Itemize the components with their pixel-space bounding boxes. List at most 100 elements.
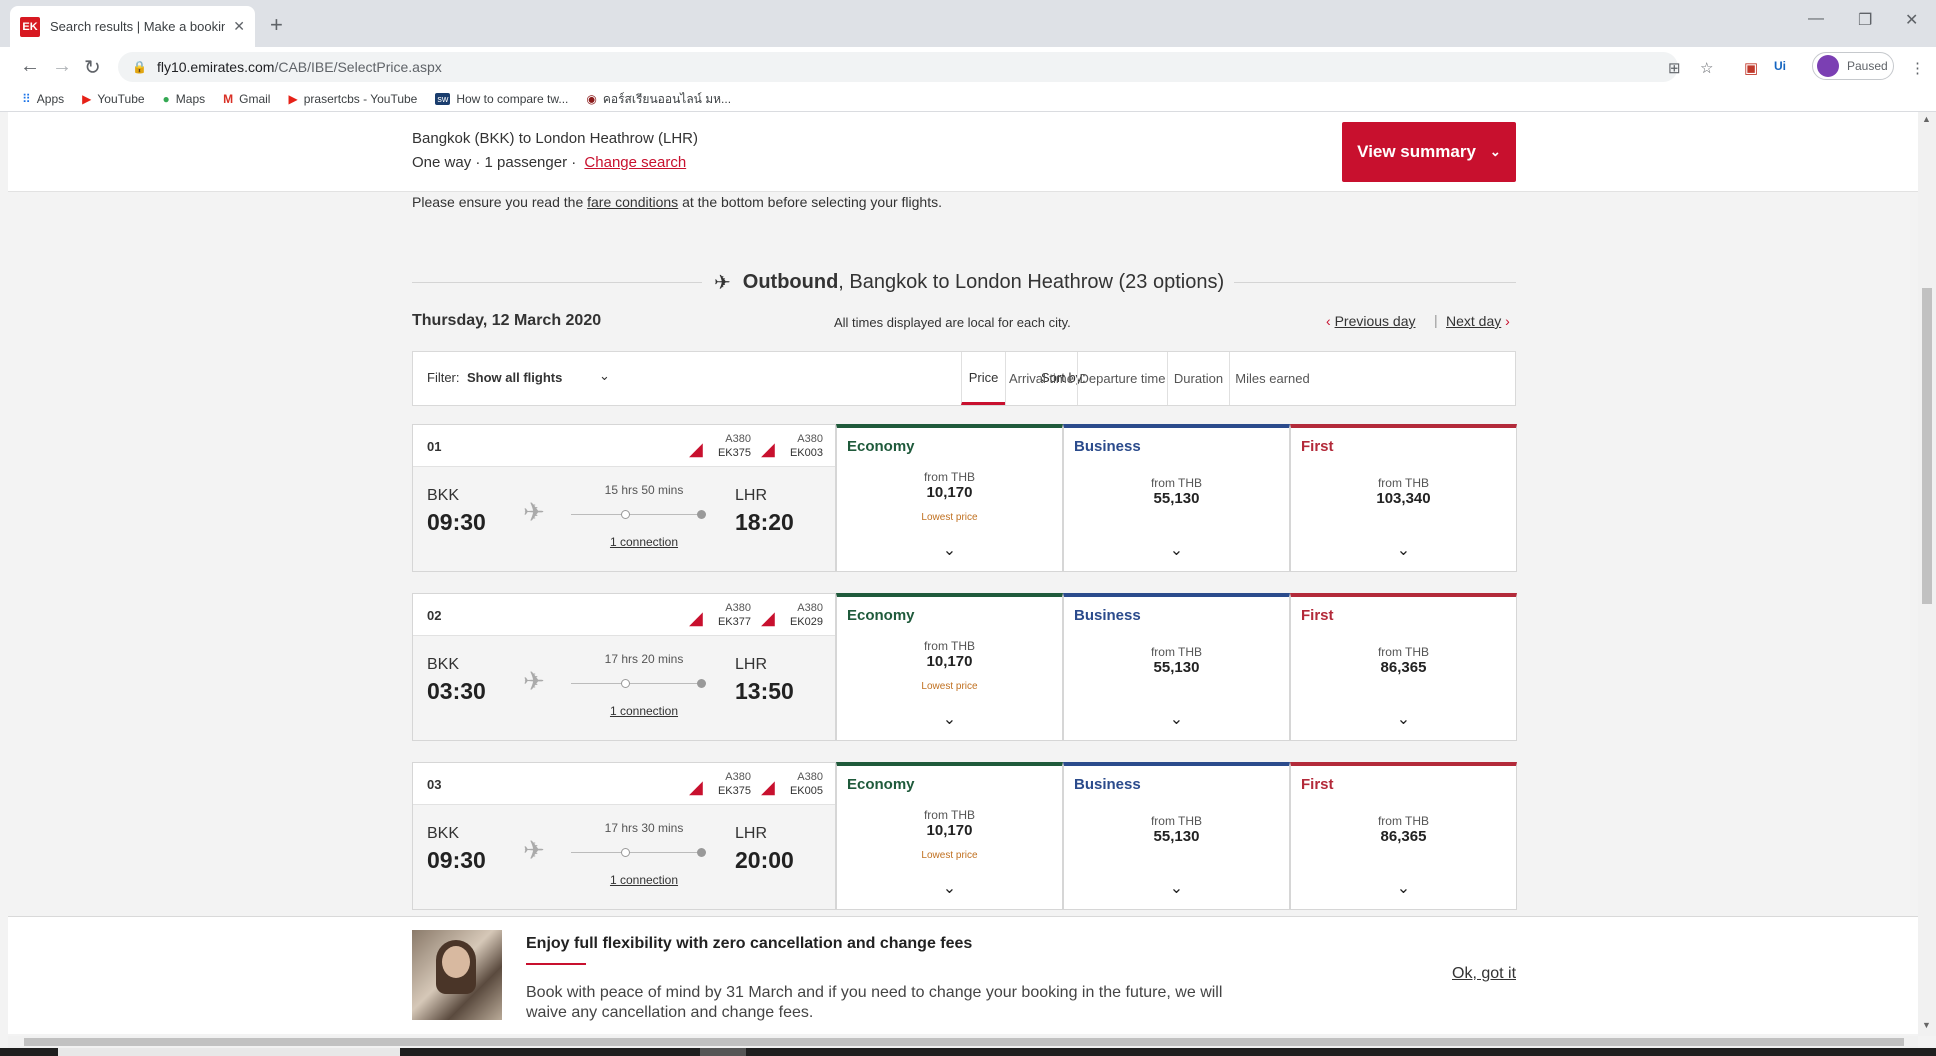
connection-link[interactable]: 1 connection xyxy=(579,873,709,887)
apps-grid-icon: ⠿ xyxy=(22,92,31,106)
browser-tab[interactable]: EK Search results | Make a booking ✕ xyxy=(10,6,255,47)
vertical-scrollbar[interactable]: ▲ ▼ xyxy=(1918,112,1936,1036)
sort-tab-duration[interactable]: Duration xyxy=(1167,352,1229,405)
filter-sort-bar: Filter: Show all flights ⌄ Sort by: Pric… xyxy=(412,351,1516,406)
flight-details[interactable]: 02 ◢ A380 EK377 ◢ A380 EK029 BKK 03:30 ✈ 17 … xyxy=(412,593,836,741)
scrollbar-thumb[interactable] xyxy=(24,1038,1904,1046)
close-window-icon[interactable]: ✕ xyxy=(1905,10,1918,30)
horizontal-scrollbar[interactable] xyxy=(8,1036,1918,1048)
departure-time: 09:30 xyxy=(427,847,486,873)
bookmark-star-icon[interactable]: ☆ xyxy=(1700,59,1713,77)
flight-duration: 17 hrs 30 mins xyxy=(604,821,684,835)
promo-accent-rule xyxy=(526,963,586,965)
view-summary-button[interactable]: View summary ⌄ xyxy=(1342,122,1516,182)
bookmark-gmail[interactable]: M Gmail xyxy=(223,92,270,106)
fare-business[interactable]: Business from THB 55,130 ⌄ xyxy=(1063,593,1290,741)
restore-icon[interactable]: ❐ xyxy=(1858,10,1872,30)
plane-icon: ✈ xyxy=(523,497,545,527)
close-tab-icon[interactable]: ✕ xyxy=(233,18,245,35)
search-summary-bar: Bangkok (BKK) to London Heathrow (LHR) O… xyxy=(8,112,1918,192)
chevron-down-icon[interactable]: ⌄ xyxy=(837,540,1062,560)
lowest-price-badge: Lowest price xyxy=(921,681,978,692)
lock-icon: 🔒 xyxy=(132,60,147,74)
bookmark-maps[interactable]: ● Maps xyxy=(163,92,206,106)
address-bar[interactable]: 🔒 fly10.emirates.com/CAB/IBE/SelectPrice… xyxy=(118,52,1678,82)
bookmark-youtube[interactable]: ▶ YouTube xyxy=(82,92,144,106)
fare-first[interactable]: First from THB 103,340 ⌄ xyxy=(1290,424,1517,572)
new-tab-icon[interactable]: + xyxy=(270,12,283,38)
chevron-down-icon[interactable]: ⌄ xyxy=(1064,709,1289,729)
connection-link[interactable]: 1 connection xyxy=(579,704,709,718)
change-search-link[interactable]: Change search xyxy=(584,154,686,171)
scroll-up-icon[interactable]: ▲ xyxy=(1922,114,1931,124)
next-day-link[interactable]: Next day › xyxy=(1446,313,1510,329)
fare-first[interactable]: First from THB 86,365 ⌄ xyxy=(1290,762,1517,910)
fare-price: 86,365 xyxy=(1380,828,1427,845)
previous-day-link[interactable]: ‹ Previous day xyxy=(1326,313,1416,329)
booking-page: Bangkok (BKK) to London Heathrow (LHR) O… xyxy=(8,112,1918,1036)
forward-icon[interactable]: → xyxy=(52,55,72,78)
profile-button[interactable]: Paused xyxy=(1812,52,1894,80)
chevron-down-icon[interactable]: ⌄ xyxy=(1291,540,1516,560)
taskbar-item[interactable] xyxy=(58,1048,400,1056)
fare-economy[interactable]: Economy from THB 10,170 Lowest price ⌄ xyxy=(836,424,1063,572)
fare-first[interactable]: First from THB 86,365 ⌄ xyxy=(1290,593,1517,741)
fare-class-label: First xyxy=(1301,776,1334,793)
promo-banner: Enjoy full flexibility with zero cancell… xyxy=(8,916,1918,1034)
next-day-label: Next day xyxy=(1446,313,1502,329)
ok-got-it-link[interactable]: Ok, got it xyxy=(1452,965,1516,983)
fare-economy[interactable]: Economy from THB 10,170 Lowest price ⌄ xyxy=(836,762,1063,910)
sort-tab-arrival-time[interactable]: Arrival time xyxy=(1005,352,1077,405)
departure-time: 03:30 xyxy=(427,678,486,704)
arrival-time: 13:50 xyxy=(735,678,794,704)
flight-details[interactable]: 03 ◢ A380 EK375 ◢ A380 EK005 BKK 09:30 ✈ 17 … xyxy=(412,762,836,910)
departure-airport: BKK xyxy=(427,656,460,673)
fare-price: 55,130 xyxy=(1153,659,1200,676)
bookmark-compare[interactable]: sw How to compare tw... xyxy=(435,92,568,106)
fare-conditions-link[interactable]: fare conditions xyxy=(587,194,678,210)
scrollbar-thumb[interactable] xyxy=(1922,288,1932,604)
fare-economy[interactable]: Economy from THB 10,170 Lowest price ⌄ xyxy=(836,593,1063,741)
chevron-down-icon[interactable]: ⌄ xyxy=(599,368,610,384)
chevron-down-icon[interactable]: ⌄ xyxy=(1064,878,1289,898)
profile-status: Paused xyxy=(1847,59,1888,73)
outbound-heading: ✈ Outbound, Bangkok to London Heathrow (… xyxy=(714,270,1224,295)
uipath-extension-icon[interactable]: Ui xyxy=(1774,59,1786,73)
url-host: fly10.emirates.com xyxy=(156,59,275,75)
stop-dot xyxy=(621,848,630,857)
fare-business[interactable]: Business from THB 55,130 ⌄ xyxy=(1063,424,1290,572)
filter-dropdown[interactable]: Show all flights xyxy=(467,370,562,385)
menu-kebab-icon[interactable]: ⋮ xyxy=(1910,59,1925,77)
minimize-icon[interactable]: — xyxy=(1808,10,1824,28)
url-text: fly10.emirates.com/CAB/IBE/SelectPrice.a… xyxy=(157,59,442,75)
bookmark-mooc[interactable]: ◉ คอร์สเรียนออนไลน์ มห... xyxy=(586,90,731,109)
connection-link[interactable]: 1 connection xyxy=(579,535,709,549)
chevron-down-icon[interactable]: ⌄ xyxy=(837,878,1062,898)
translate-icon[interactable]: ⊞ xyxy=(1668,59,1681,77)
taskbar-item[interactable] xyxy=(700,1048,746,1056)
fare-price: 10,170 xyxy=(926,822,973,839)
scroll-down-icon[interactable]: ▼ xyxy=(1922,1020,1931,1030)
flight-code: EK029 xyxy=(789,616,823,628)
fare-from-label: from THB xyxy=(1150,476,1203,490)
bookmark-apps[interactable]: ⠿ Apps xyxy=(22,92,64,106)
reload-icon[interactable]: ↻ xyxy=(84,55,101,80)
pdf-extension-icon[interactable]: ▣ xyxy=(1744,59,1758,77)
sort-tab-price[interactable]: Price xyxy=(961,352,1005,405)
sort-tab-miles-earned[interactable]: Miles earned xyxy=(1229,352,1315,405)
sort-tab-departure-time[interactable]: Departure time xyxy=(1077,352,1167,405)
flight-details[interactable]: 01 ◢ A380 EK375 ◢ A380 EK003 BKK 09:30 ✈ 15 … xyxy=(412,424,836,572)
fare-class-label: Economy xyxy=(847,438,915,455)
emirates-favicon-icon: EK xyxy=(20,16,40,37)
chevron-down-icon[interactable]: ⌄ xyxy=(1064,540,1289,560)
back-icon[interactable]: ← xyxy=(20,55,40,78)
chevron-down-icon[interactable]: ⌄ xyxy=(837,709,1062,729)
chevron-down-icon[interactable]: ⌄ xyxy=(1291,878,1516,898)
promo-title: Enjoy full flexibility with zero cancell… xyxy=(526,935,973,952)
chevron-down-icon[interactable]: ⌄ xyxy=(1291,709,1516,729)
bookmark-prasertcbs[interactable]: ▶ prasertcbs - YouTube xyxy=(288,92,417,106)
arrival-dot xyxy=(697,510,706,519)
flight-code: EK375 xyxy=(717,447,751,459)
chevron-down-icon: ⌄ xyxy=(1489,144,1501,159)
fare-business[interactable]: Business from THB 55,130 ⌄ xyxy=(1063,762,1290,910)
